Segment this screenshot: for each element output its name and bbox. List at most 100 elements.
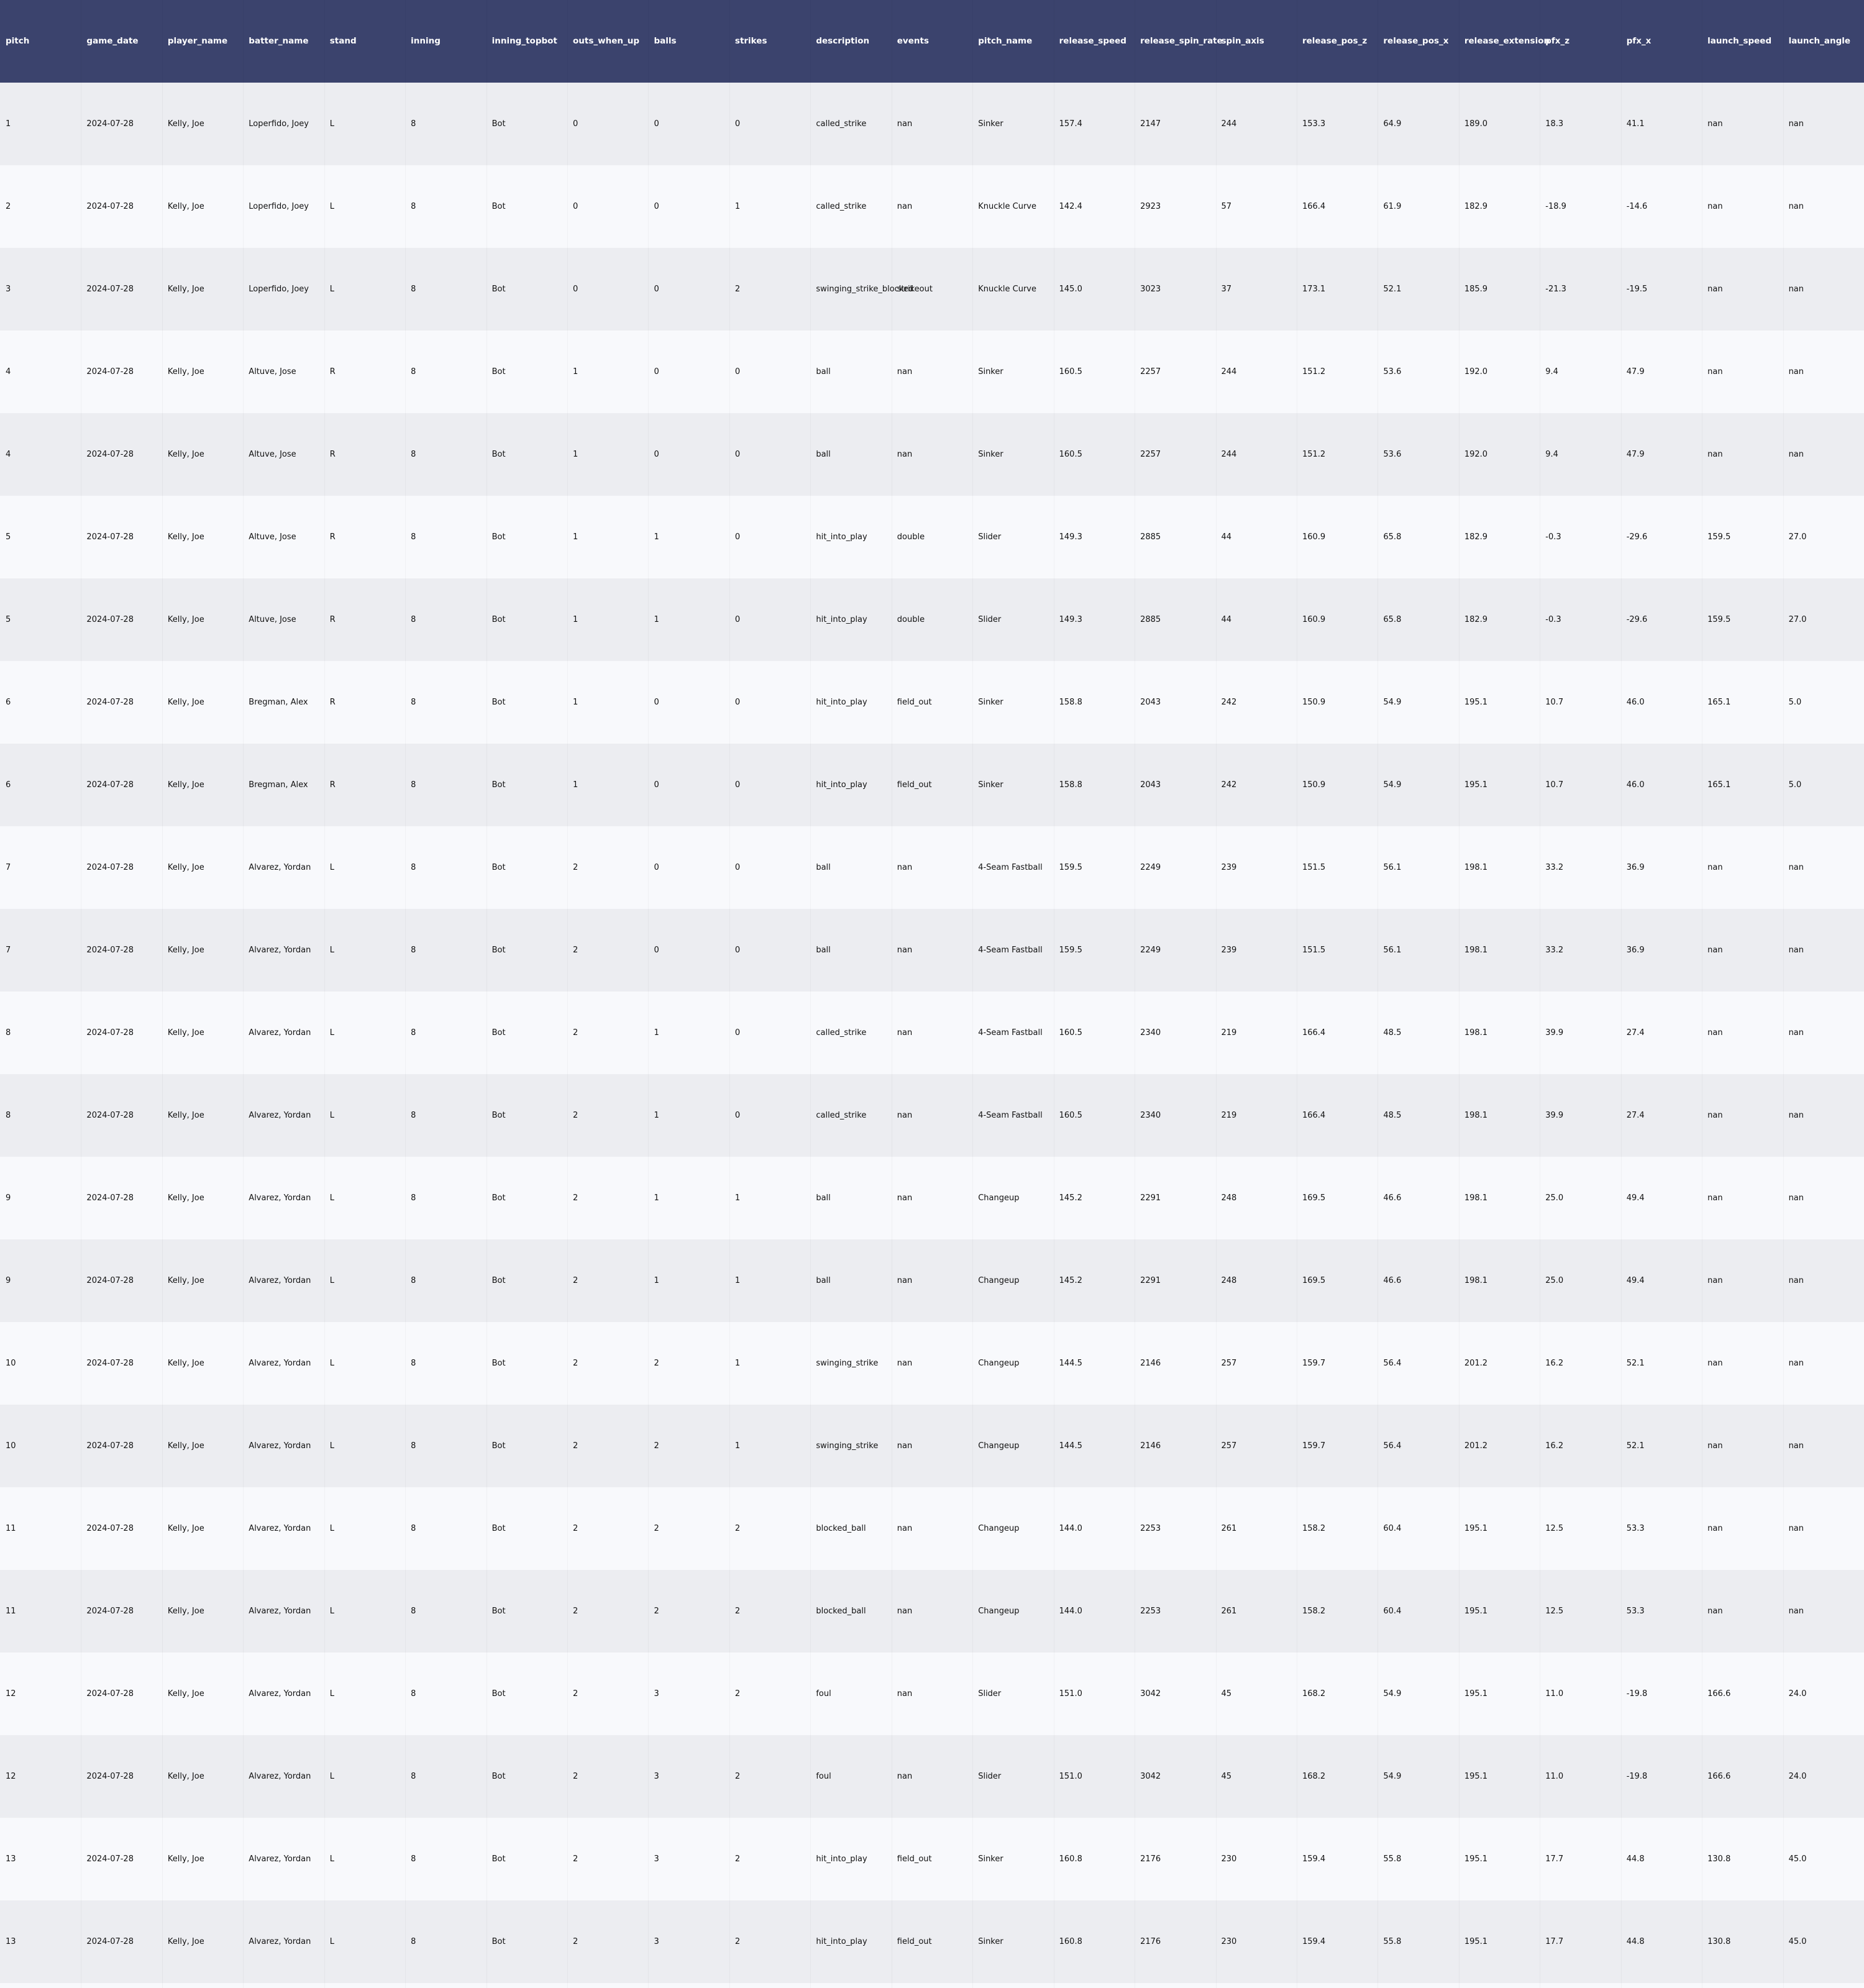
cell-spin-axis: 244: [1221, 450, 1237, 459]
cell-game-date: 2024-07-28: [86, 1607, 134, 1616]
cell-pfx-z: -0.3: [1545, 615, 1561, 624]
table-row: 7 2024-07-28 Kelly, Joe Alvarez, Yordan L 8 Bo…: [0, 909, 1864, 992]
cell-inning-topbot: Bot: [491, 285, 506, 294]
cell-description: hit_into_play: [816, 615, 867, 624]
cell-game-date: 2024-07-28: [86, 780, 134, 790]
cell-release-extension: 195.1: [1464, 1524, 1488, 1533]
column-divider: [567, 0, 568, 1988]
cell-player-name: Kelly, Joe: [167, 1193, 204, 1203]
cell-pfx-x: -29.6: [1626, 615, 1648, 624]
cell-balls: 1: [654, 532, 659, 542]
cell-release-pos-x: 60.4: [1383, 1607, 1402, 1616]
cell-balls: 0: [654, 946, 659, 955]
cell-game-date: 2024-07-28: [86, 1193, 134, 1203]
cell-launch-speed: nan: [1707, 1524, 1723, 1533]
cell-balls: 0: [654, 367, 659, 376]
cell-launch-angle: 27.0: [1788, 532, 1807, 542]
table-row: 9 2024-07-28 Kelly, Joe Alvarez, Yordan L 8 Bo…: [0, 1239, 1864, 1322]
cell-player-name: Kelly, Joe: [167, 532, 204, 542]
cell-release-speed: 158.8: [1059, 698, 1082, 707]
cell-batter-name: Alvarez, Yordan: [249, 1359, 311, 1368]
table-row: 11 2024-07-28 Kelly, Joe Alvarez, Yordan L 8 B…: [0, 1570, 1864, 1653]
column-divider: [648, 0, 649, 1988]
cell-spin-axis: 230: [1221, 1854, 1237, 1864]
cell-events: nan: [897, 1607, 913, 1616]
cell-player-name: Kelly, Joe: [167, 450, 204, 459]
cell-player-name: Kelly, Joe: [167, 1359, 204, 1368]
cell-inning-topbot: Bot: [491, 1359, 506, 1368]
cell-launch-angle: nan: [1788, 1441, 1804, 1451]
cell-release-speed: 151.0: [1059, 1772, 1082, 1781]
cell-pitch: 5: [6, 615, 11, 624]
cell-inning-topbot: Bot: [491, 1689, 506, 1698]
cell-outs-when-up: 2: [573, 1689, 578, 1698]
cell-strikes: 2: [734, 1607, 741, 1616]
cell-outs-when-up: 1: [573, 698, 578, 707]
column-divider: [1621, 0, 1622, 1988]
column-header-pfx-x: pfx_x: [1626, 36, 1652, 46]
cell-release-speed: 145.2: [1059, 1276, 1082, 1285]
cell-launch-speed: nan: [1707, 1276, 1723, 1285]
cell-launch-speed: 166.6: [1707, 1772, 1731, 1781]
cell-player-name: Kelly, Joe: [167, 1524, 204, 1533]
cell-pfx-z: 11.0: [1545, 1772, 1564, 1781]
cell-launch-speed: nan: [1707, 1607, 1723, 1616]
cell-inning: 8: [411, 615, 416, 624]
cell-batter-name: Alvarez, Yordan: [249, 1937, 311, 1946]
cell-pitch-name: Sinker: [978, 367, 1003, 376]
table-row: 12 2024-07-28 Kelly, Joe Alvarez, Yordan L 8 B…: [0, 1653, 1864, 1735]
cell-inning: 8: [411, 1854, 416, 1864]
cell-events: nan: [897, 1276, 913, 1285]
cell-stand: L: [329, 1524, 334, 1533]
cell-outs-when-up: 2: [573, 1359, 578, 1368]
cell-description: hit_into_play: [816, 1937, 867, 1946]
cell-player-name: Kelly, Joe: [167, 946, 204, 955]
column-header-release-pos-z: release_pos_z: [1302, 36, 1368, 46]
cell-pitch-name: Changeup: [978, 1441, 1020, 1451]
column-header-outs-when-up: outs_when_up: [573, 36, 640, 46]
cell-events: nan: [897, 1111, 913, 1120]
cell-description: swinging_strike: [816, 1359, 879, 1368]
column-divider: [810, 0, 811, 1988]
cell-launch-speed: nan: [1707, 1193, 1723, 1203]
cell-release-extension: 198.1: [1464, 946, 1488, 955]
cell-events: double: [897, 615, 925, 624]
cell-pitch-name: 4-Seam Fastball: [978, 863, 1043, 872]
cell-balls: 1: [654, 1193, 659, 1203]
cell-pitch-name: 4-Seam Fastball: [978, 1111, 1043, 1120]
cell-batter-name: Bregman, Alex: [249, 780, 308, 790]
cell-strikes: 0: [734, 946, 741, 955]
cell-release-extension: 195.1: [1464, 1854, 1488, 1864]
cell-inning: 8: [411, 367, 416, 376]
cell-balls: 1: [654, 1276, 659, 1285]
cell-description: hit_into_play: [816, 532, 867, 542]
cell-game-date: 2024-07-28: [86, 367, 134, 376]
cell-outs-when-up: 1: [573, 615, 578, 624]
cell-game-date: 2024-07-28: [86, 1772, 134, 1781]
column-divider: [1377, 0, 1378, 1988]
cell-pitch-name: 4-Seam Fastball: [978, 946, 1043, 955]
cell-release-spin-rate: 2249: [1140, 863, 1161, 872]
cell-strikes: 2: [734, 1689, 741, 1698]
cell-stand: L: [329, 202, 334, 211]
cell-stand: R: [329, 450, 336, 459]
cell-launch-speed: nan: [1707, 1359, 1723, 1368]
cell-release-extension: 182.9: [1464, 202, 1488, 211]
cell-launch-speed: 165.1: [1707, 698, 1731, 707]
column-header-inning: inning: [411, 36, 441, 46]
cell-events: nan: [897, 1524, 913, 1533]
cell-pfx-z: -21.3: [1545, 285, 1566, 294]
column-header-release-speed: release_speed: [1059, 36, 1126, 46]
cell-launch-speed: 159.5: [1707, 615, 1731, 624]
cell-outs-when-up: 2: [573, 946, 578, 955]
cell-outs-when-up: 0: [573, 285, 578, 294]
cell-outs-when-up: 1: [573, 780, 578, 790]
column-header-launch-angle: launch_angle: [1788, 36, 1851, 46]
cell-release-extension: 195.1: [1464, 780, 1488, 790]
table-row: 13 2024-07-28 Kelly, Joe Alvarez, Yordan L 8 B…: [0, 1900, 1864, 1983]
cell-game-date: 2024-07-28: [86, 532, 134, 542]
cell-pfx-z: 33.2: [1545, 863, 1564, 872]
cell-pitch-name: Sinker: [978, 780, 1003, 790]
cell-release-pos-z: 168.2: [1302, 1772, 1326, 1781]
cell-pfx-x: 49.4: [1626, 1193, 1645, 1203]
